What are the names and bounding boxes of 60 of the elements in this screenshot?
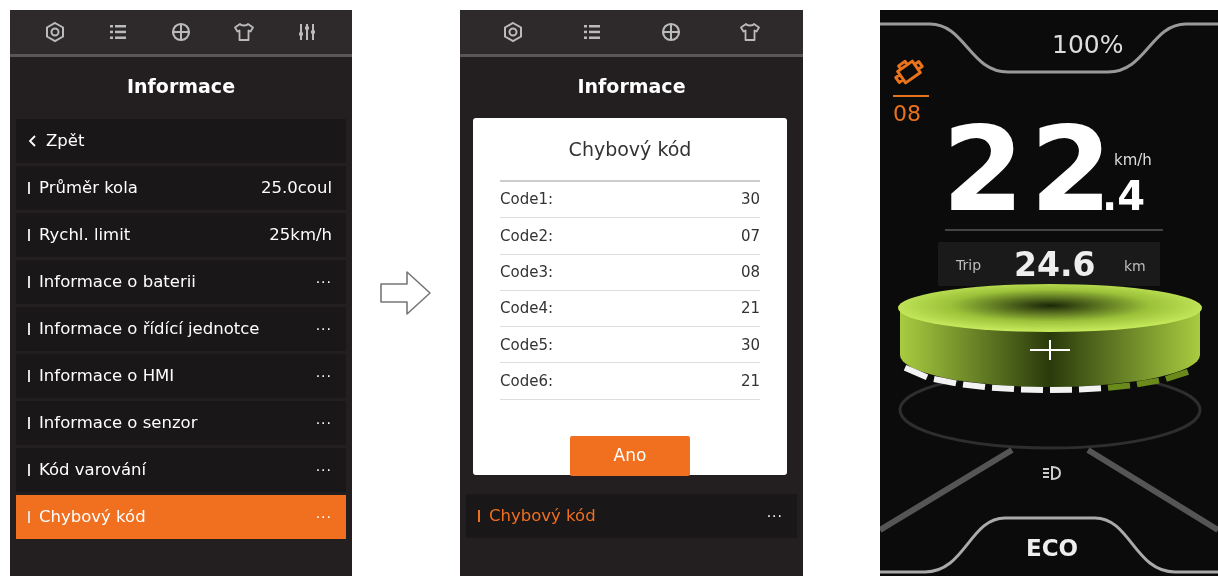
code-value: 30 bbox=[740, 189, 760, 211]
code-label: Code6: bbox=[500, 370, 553, 392]
code-value: 30 bbox=[740, 334, 760, 356]
settings-icon[interactable] bbox=[44, 21, 67, 43]
item-value: ··· bbox=[315, 366, 332, 386]
back-button[interactable]: Zpět bbox=[16, 119, 346, 163]
item-value: ··· bbox=[315, 272, 332, 292]
item-label: Chybový kód bbox=[39, 505, 147, 528]
menu-item[interactable]: Chybový kód ··· bbox=[466, 494, 797, 538]
item-label: Průměr kola bbox=[39, 176, 139, 199]
underline-rule bbox=[893, 95, 929, 97]
item-label: Informace o řídící jednotce bbox=[39, 317, 261, 340]
item-label: Informace o baterii bbox=[39, 270, 197, 293]
code-label: Code4: bbox=[500, 298, 553, 320]
item-value: 25.0coul bbox=[261, 176, 332, 199]
chevron-left-icon bbox=[28, 134, 38, 148]
item-label: Informace o senzor bbox=[39, 411, 199, 434]
speed-decimal: .4 bbox=[1102, 176, 1146, 216]
menu-item[interactable]: Informace o řídící jednotce ··· bbox=[16, 307, 346, 351]
code-label: Code5: bbox=[500, 334, 553, 356]
item-value: ··· bbox=[315, 319, 332, 339]
trip-value: 24.6 bbox=[1014, 248, 1096, 281]
trip-unit: km bbox=[1124, 259, 1146, 273]
item-value: ··· bbox=[315, 413, 332, 433]
code-label: Code2: bbox=[500, 225, 553, 247]
riding-mode: ECO bbox=[1026, 537, 1079, 560]
menu-item[interactable]: Průměr kola 25.0coul bbox=[16, 166, 346, 210]
item-label: Chybový kód bbox=[489, 504, 597, 527]
screen-title: Informace bbox=[126, 73, 236, 99]
speed-unit: km/h bbox=[1114, 153, 1152, 168]
shirt-icon[interactable] bbox=[232, 21, 255, 43]
shirt-icon[interactable] bbox=[738, 21, 761, 43]
item-value: ··· bbox=[315, 507, 332, 527]
dialog-title: Chybový kód bbox=[568, 136, 692, 162]
screen-title: Informace bbox=[577, 73, 686, 99]
globe-icon[interactable] bbox=[170, 21, 192, 43]
menu-item[interactable]: Informace o baterii ··· bbox=[16, 260, 346, 304]
menu-item[interactable]: Informace o senzor ··· bbox=[16, 401, 346, 445]
globe-icon[interactable] bbox=[659, 21, 682, 43]
trip-label: Trip bbox=[956, 258, 982, 272]
headlight-icon bbox=[1040, 465, 1062, 481]
menu-item[interactable]: Informace o HMI ··· bbox=[16, 354, 346, 398]
error-code: 08 bbox=[893, 103, 921, 125]
code-label: Code3: bbox=[500, 262, 553, 283]
right-arrow-icon bbox=[379, 269, 433, 317]
item-label: Kód varování bbox=[39, 458, 148, 481]
item-label: Rychl. limit bbox=[39, 223, 132, 246]
item-value: ··· bbox=[766, 506, 783, 526]
code-value: 21 bbox=[740, 370, 760, 392]
item-value: ··· bbox=[315, 460, 332, 480]
item-label: Informace o HMI bbox=[39, 364, 176, 387]
code-value: 08 bbox=[740, 262, 760, 283]
code-value: 21 bbox=[740, 298, 760, 320]
code-value: 07 bbox=[740, 225, 760, 247]
menu-item[interactable]: Kód varování ··· bbox=[16, 448, 346, 492]
code-label: Code1: bbox=[500, 189, 553, 211]
item-value: 25km/h bbox=[269, 223, 332, 246]
battery-percent: 100% bbox=[1052, 32, 1124, 57]
menu-item[interactable]: Rychl. limit 25km/h bbox=[16, 213, 346, 257]
settings-icon[interactable] bbox=[502, 21, 525, 43]
